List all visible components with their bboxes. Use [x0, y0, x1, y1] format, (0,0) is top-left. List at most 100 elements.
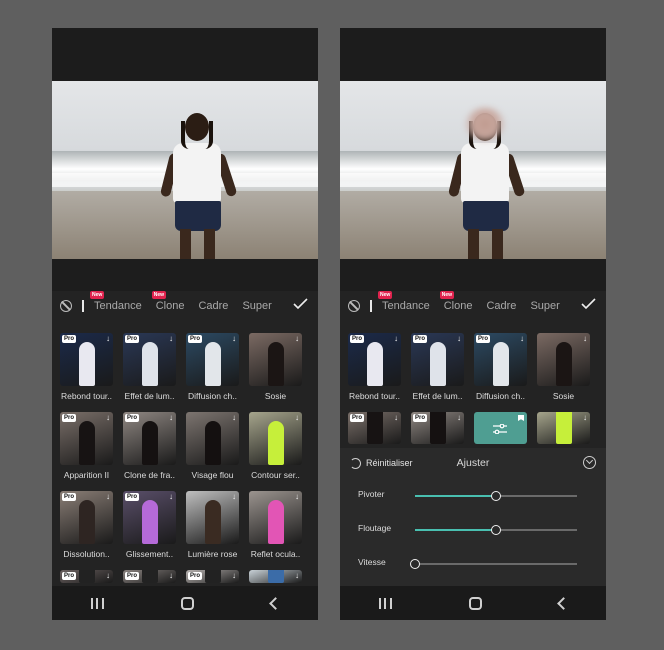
- effect-item[interactable]: Pro ↓ Dissolution..: [60, 491, 113, 570]
- effect-label: Visage flou: [191, 470, 234, 480]
- slider-label: Vitesse: [358, 557, 386, 567]
- effect-label: Sosie: [552, 391, 575, 401]
- effect-thumbnail[interactable]: ↓: [249, 333, 302, 386]
- thumbnail-figure: [204, 570, 221, 583]
- effect-thumbnail[interactable]: Pro ↓: [348, 412, 401, 444]
- effect-thumbnail[interactable]: Pro ↓: [123, 333, 176, 386]
- thumbnail-figure: [555, 412, 572, 444]
- top-bar: [52, 28, 318, 81]
- pro-badge: Pro: [350, 414, 365, 422]
- effect-thumbnail[interactable]: ↓: [249, 570, 302, 583]
- effect-thumbnail[interactable]: Pro ↓: [186, 570, 239, 583]
- effect-item[interactable]: ↓ Visage flou: [186, 412, 239, 491]
- phone-screen-left: New Tendance New Clone Cadre Super Pro ↓ Reb…: [52, 28, 318, 620]
- slider-row: Pivoter: [340, 478, 606, 512]
- slider-row: Floutage: [340, 512, 606, 546]
- effect-item[interactable]: ↓ Sosie: [249, 333, 302, 412]
- download-icon: ↓: [106, 571, 110, 580]
- effect-thumbnail[interactable]: Pro ↓: [60, 570, 113, 583]
- effect-item[interactable]: Pro ↓ Glissement..: [123, 491, 176, 570]
- tab-label: Super: [242, 300, 272, 312]
- reset-icon[interactable]: [350, 457, 361, 469]
- effect-thumbnail[interactable]: Pro ↓: [123, 570, 176, 583]
- no-effect-icon[interactable]: [348, 300, 360, 312]
- effect-thumbnail[interactable]: Pro ↓: [123, 412, 176, 465]
- tab-label: Clone: [155, 300, 185, 312]
- download-icon: ↓: [232, 492, 236, 501]
- check-icon[interactable]: [581, 298, 596, 310]
- effect-thumbnail[interactable]: Pro ↓: [348, 333, 401, 386]
- effect-item[interactable]: Pro ↓ Effet de lum..: [123, 333, 176, 412]
- effect-thumbnail[interactable]: ↓: [249, 491, 302, 544]
- download-icon: ↓: [295, 492, 299, 501]
- effect-item[interactable]: Pro ↓ Effet de lum..: [411, 333, 464, 412]
- video-preview[interactable]: [52, 81, 318, 259]
- tab-clone[interactable]: New Clone: [151, 291, 185, 312]
- recent-apps-icon[interactable]: [90, 597, 104, 609]
- effect-thumbnail[interactable]: ↓: [249, 412, 302, 465]
- effect-thumbnail[interactable]: Pro ↓: [411, 333, 464, 386]
- effect-item[interactable]: Pro ↓ Apparition II: [60, 412, 113, 491]
- tab-super[interactable]: Super: [242, 300, 271, 312]
- thumbnail-figure: [204, 500, 221, 544]
- home-icon[interactable]: [180, 596, 194, 610]
- download-icon: ↓: [106, 492, 110, 501]
- thumbnail-figure: [366, 412, 383, 444]
- slider-handle[interactable]: [491, 491, 501, 501]
- thumbnail-figure: [267, 421, 284, 465]
- effect-thumbnail[interactable]: Pro ↓: [123, 491, 176, 544]
- effect-thumbnail[interactable]: Pro ↓: [186, 333, 239, 386]
- collapse-chevron-icon[interactable]: [583, 456, 596, 469]
- tab-clone[interactable]: New Clone: [439, 291, 472, 312]
- effect-item[interactable]: Pro ↓ Clone de fra..: [123, 412, 176, 491]
- slider-handle[interactable]: [491, 525, 501, 535]
- effect-thumbnail[interactable]: ↓: [537, 333, 590, 386]
- effect-thumbnail[interactable]: Pro ↓: [411, 412, 464, 444]
- no-effect-icon[interactable]: [60, 300, 72, 312]
- tab-cadre[interactable]: Cadre: [486, 300, 516, 312]
- effect-thumbnail[interactable]: ↓: [537, 412, 590, 444]
- slider-track[interactable]: [415, 491, 577, 501]
- effect-thumbnail[interactable]: Pro ↓: [60, 491, 113, 544]
- effect-thumbnail[interactable]: Pro ↓: [474, 333, 527, 386]
- thumbnail-figure: [78, 421, 95, 465]
- tab-tendance[interactable]: New Tendance: [90, 291, 142, 312]
- tab-super[interactable]: Super: [530, 300, 559, 312]
- pro-badge: Pro: [188, 572, 203, 580]
- slider-track[interactable]: [415, 525, 577, 535]
- pro-badge: Pro: [125, 335, 140, 343]
- effect-thumbnail[interactable]: Pro ↓: [60, 412, 113, 465]
- tab-tendance[interactable]: New Tendance: [378, 291, 430, 312]
- slider-handle[interactable]: [410, 559, 420, 569]
- download-icon: ↓: [169, 492, 173, 501]
- download-icon: ↓: [232, 571, 236, 580]
- tab-cadre[interactable]: Cadre: [198, 300, 228, 312]
- effect-thumbnail[interactable]: ↓: [186, 412, 239, 465]
- tab-label: Tendance: [94, 300, 142, 312]
- back-icon[interactable]: [268, 596, 282, 610]
- effect-thumbnail[interactable]: ↓: [186, 491, 239, 544]
- home-icon[interactable]: [468, 596, 482, 610]
- top-bar: [340, 28, 606, 81]
- effect-item[interactable]: ↓ Sosie: [537, 333, 590, 412]
- reset-button[interactable]: Réinitialiser: [366, 458, 413, 468]
- effect-item[interactable]: Pro ↓ Diffusion ch..: [186, 333, 239, 412]
- slider-track[interactable]: [410, 559, 577, 569]
- effect-item[interactable]: ↓ Lumière rose: [186, 491, 239, 570]
- slider-list: Pivoter Floutage Vitesse: [340, 478, 606, 580]
- effect-item[interactable]: ↓ Contour ser..: [249, 412, 302, 491]
- effect-item[interactable]: Pro ↓ Rebond tour..: [348, 333, 401, 412]
- effect-item[interactable]: Pro ↓ Rebond tour..: [60, 333, 113, 412]
- recent-apps-icon[interactable]: [378, 597, 392, 609]
- effect-item[interactable]: ↓ Reflet ocula..: [249, 491, 302, 570]
- back-icon[interactable]: [556, 596, 570, 610]
- new-badge: New: [90, 291, 105, 299]
- thumbnail-figure: [78, 342, 95, 386]
- check-icon[interactable]: [293, 298, 308, 310]
- blurred-face: [465, 107, 505, 141]
- video-preview[interactable]: [340, 81, 606, 259]
- adjust-sliders-icon: [493, 424, 507, 434]
- effect-thumbnail[interactable]: Pro ↓: [60, 333, 113, 386]
- adjust-effect-thumbnail[interactable]: [474, 412, 527, 444]
- effect-item[interactable]: Pro ↓ Diffusion ch..: [474, 333, 527, 412]
